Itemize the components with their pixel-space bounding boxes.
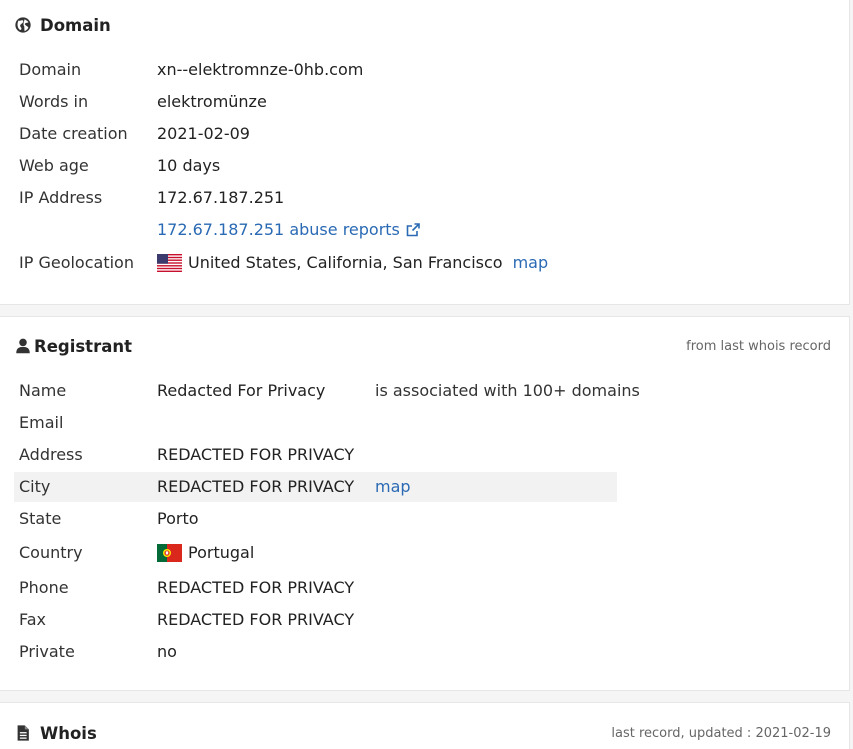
whois-note: last record, updated : 2021-02-19 [611,725,831,741]
private-row: Private no [0,637,620,667]
country-value: Portugal [157,543,254,562]
phone-value: REDACTED FOR PRIVACY [157,578,355,597]
globe-icon [15,17,31,33]
registrant-note: from last whois record [686,338,831,354]
phone-row: Phone REDACTED FOR PRIVACY [0,573,620,603]
document-icon [17,725,29,741]
country-text: Portugal [188,543,255,562]
state-row: State Porto [0,504,620,534]
city-row: City REDACTED FOR PRIVACY map [14,472,617,502]
name-row: Name Redacted For Privacy is associated … [0,376,640,406]
ip-address-row: IP Address 172.67.187.251 [0,183,620,213]
private-value: no [157,642,177,661]
country-row: Country Portugal [0,538,620,568]
name-label: Name [19,381,67,400]
private-label: Private [19,642,75,661]
domain-panel: Domain Domain xn--elektromnze-0hb.com Wo… [0,0,850,305]
user-icon [16,338,30,354]
ip-address-link[interactable]: 172.67.187.251 [157,188,284,207]
domain-label: Domain [19,60,82,79]
city-label: City [19,477,51,496]
registrant-panel-title: Registrant [34,336,132,356]
words-label: Words in [19,92,89,111]
web-age-label: Web age [19,156,89,175]
external-link-icon[interactable] [405,222,421,238]
address-value: REDACTED FOR PRIVACY [157,445,355,464]
abuse-reports-row: 172.67.187.251 abuse reports [0,215,620,245]
city-map-link[interactable]: map [375,477,411,496]
domain-panel-header: Domain [0,14,849,36]
date-creation-value: 2021-02-09 [157,124,250,143]
portugal-flag-icon [157,543,182,562]
domain-panel-title: Domain [40,15,111,35]
words-value: elektromünze [157,92,267,111]
domain-value: xn--elektromnze-0hb.com [157,60,364,79]
words-row: Words in elektromünze [0,87,620,117]
name-link[interactable]: Redacted For Privacy [157,381,325,400]
email-label: Email [19,413,64,432]
domain-row: Domain xn--elektromnze-0hb.com [0,55,620,85]
whois-panel: Whois last record, updated : 2021-02-19 [0,702,850,749]
whois-panel-header: Whois last record, updated : 2021-02-19 [0,722,849,744]
ip-address-label: IP Address [19,188,103,207]
geolocation-map-link[interactable]: map [513,253,549,272]
registrant-panel: Registrant from last whois record Name R… [0,316,850,691]
ip-geolocation-label: IP Geolocation [19,253,134,272]
address-row: Address REDACTED FOR PRIVACY [0,440,620,470]
registrant-panel-header: Registrant from last whois record [0,335,849,357]
ip-geolocation-row: IP Geolocation United States, California… [0,248,620,278]
date-creation-label: Date creation [19,124,128,143]
phone-label: Phone [19,578,69,597]
country-label: Country [19,543,83,562]
abuse-reports-text[interactable]: 172.67.187.251 abuse reports [157,220,400,239]
fax-value: REDACTED FOR PRIVACY [157,610,355,629]
us-flag-icon [157,253,182,272]
state-value: Porto [157,509,199,528]
web-age-row: Web age 10 days [0,151,620,181]
email-row: Email [0,408,620,438]
abuse-reports-link[interactable]: 172.67.187.251 abuse reports [157,220,421,239]
fax-label: Fax [19,610,47,629]
ip-geolocation-text: United States, California, San Francisco [188,253,503,272]
whois-panel-title: Whois [40,723,97,743]
city-value: REDACTED FOR PRIVACY [157,477,355,496]
fax-row: Fax REDACTED FOR PRIVACY [0,605,620,635]
state-label: State [19,509,62,528]
web-age-value: 10 days [157,156,221,175]
date-creation-row: Date creation 2021-02-09 [0,119,620,149]
ip-geolocation-value: United States, California, San Francisco… [157,253,548,272]
associated-domains-text: is associated with 100+ domains [375,381,640,400]
address-label: Address [19,445,83,464]
